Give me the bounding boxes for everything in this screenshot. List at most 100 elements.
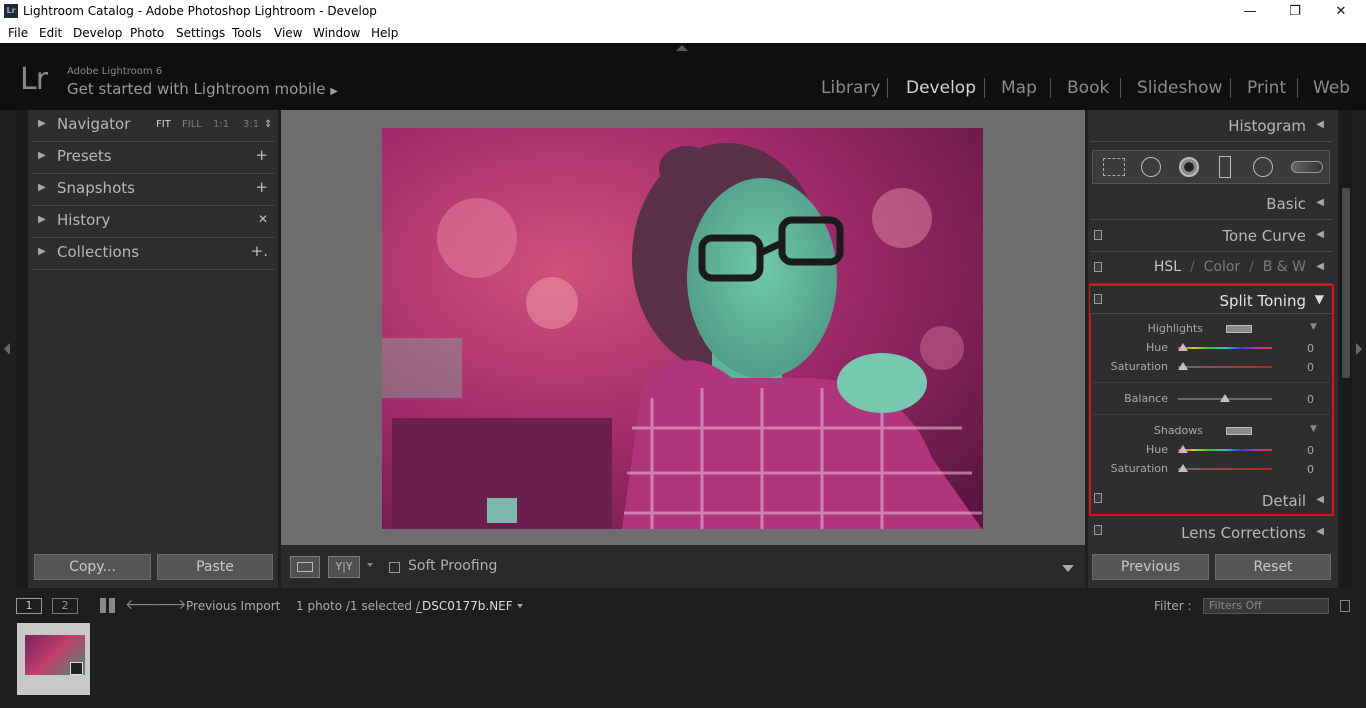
copy-button[interactable]: Copy... bbox=[34, 554, 151, 580]
filter-lock-icon[interactable] bbox=[1340, 600, 1350, 612]
slider-thumb[interactable] bbox=[1220, 394, 1230, 402]
history-header[interactable]: ▶ History ✕ bbox=[32, 206, 274, 238]
module-book[interactable]: Book bbox=[1067, 78, 1109, 98]
highlights-hue-slider[interactable] bbox=[1178, 347, 1272, 349]
paste-button[interactable]: Paste bbox=[157, 554, 273, 580]
menu-window[interactable]: Window bbox=[313, 26, 360, 40]
histogram-header[interactable]: Histogram ◀ bbox=[1090, 110, 1332, 142]
collapse-right-icon[interactable] bbox=[1356, 343, 1362, 355]
filter-select[interactable]: Filters Off bbox=[1203, 598, 1329, 614]
shadows-color-swatch[interactable] bbox=[1226, 427, 1252, 435]
left-scrollbar[interactable] bbox=[16, 110, 28, 588]
shadows-hue-slider[interactable] bbox=[1178, 449, 1272, 451]
navigator-header[interactable]: ▶ Navigator FIT FILL 1:1 3:1 ⇕ bbox=[32, 110, 274, 142]
highlights-hue-value[interactable]: 0 bbox=[1294, 342, 1314, 355]
presets-header[interactable]: ▶ Presets + bbox=[32, 142, 274, 174]
add-snapshot-icon[interactable]: + bbox=[255, 178, 268, 196]
adjustment-brush-icon[interactable] bbox=[1291, 161, 1323, 173]
toolbar-menu-icon[interactable] bbox=[1062, 565, 1074, 572]
filename[interactable]: _DSC0177b.NEF bbox=[416, 599, 513, 613]
shadows-saturation-value[interactable]: 0 bbox=[1294, 463, 1314, 476]
module-develop[interactable]: Develop bbox=[906, 78, 976, 98]
radial-filter-icon[interactable] bbox=[1253, 157, 1273, 177]
shadows-hue-value[interactable]: 0 bbox=[1294, 444, 1314, 457]
spot-removal-icon[interactable] bbox=[1141, 157, 1161, 177]
crop-tool-icon[interactable] bbox=[1103, 158, 1125, 176]
add-collection-icon[interactable]: +. bbox=[251, 242, 268, 260]
slider-thumb[interactable] bbox=[1178, 464, 1188, 472]
zoom-3-1[interactable]: 3:1 bbox=[243, 119, 259, 130]
highlights-picker-icon[interactable]: ▼ bbox=[1310, 322, 1317, 332]
slider-thumb[interactable] bbox=[1178, 445, 1188, 453]
shadows-saturation-slider[interactable] bbox=[1178, 468, 1272, 470]
balance-value[interactable]: 0 bbox=[1294, 393, 1314, 406]
source-label[interactable]: Previous Import bbox=[186, 599, 280, 613]
highlights-color-swatch[interactable] bbox=[1226, 325, 1252, 333]
screen-2-button[interactable]: 2 bbox=[52, 598, 78, 614]
module-slideshow[interactable]: Slideshow bbox=[1137, 78, 1222, 98]
clear-history-icon[interactable]: ✕ bbox=[258, 212, 268, 226]
previous-button[interactable]: Previous bbox=[1092, 554, 1209, 580]
graduated-filter-icon[interactable] bbox=[1219, 156, 1231, 178]
forward-arrow-icon[interactable]: 🡒 bbox=[149, 596, 187, 613]
hsl-header[interactable]: HSL / Color / B & W ◀ bbox=[1090, 252, 1332, 284]
menu-view[interactable]: View bbox=[274, 26, 302, 40]
basic-header[interactable]: Basic ◀ bbox=[1090, 188, 1332, 220]
menu-tools[interactable]: Tools bbox=[232, 26, 262, 40]
grid-view-icon[interactable] bbox=[100, 598, 115, 613]
add-preset-icon[interactable]: + bbox=[255, 146, 268, 164]
soft-proofing-checkbox[interactable] bbox=[389, 562, 400, 573]
menu-file[interactable]: File bbox=[8, 26, 28, 40]
collections-header[interactable]: ▶ Collections +. bbox=[32, 238, 274, 270]
before-after-button[interactable]: Y|Y bbox=[328, 556, 360, 578]
highlights-saturation-value[interactable]: 0 bbox=[1294, 361, 1314, 374]
highlights-saturation-slider[interactable] bbox=[1178, 366, 1272, 368]
shadows-picker-icon[interactable]: ▼ bbox=[1310, 424, 1317, 434]
restore-button[interactable]: ❐ bbox=[1272, 2, 1318, 22]
menu-settings[interactable]: Settings bbox=[176, 26, 225, 40]
reset-button[interactable]: Reset bbox=[1215, 554, 1331, 580]
slider-thumb[interactable] bbox=[1178, 343, 1188, 351]
zoom-fill[interactable]: FILL bbox=[182, 119, 202, 130]
panel-switch-icon[interactable] bbox=[1094, 294, 1102, 304]
detail-header[interactable]: Detail ◀ bbox=[1090, 486, 1332, 514]
menu-help[interactable]: Help bbox=[371, 26, 398, 40]
right-scrollbar[interactable] bbox=[1340, 110, 1352, 588]
bw-tab[interactable]: B & W bbox=[1263, 259, 1306, 275]
thumbnail-cell[interactable] bbox=[17, 623, 90, 695]
menu-photo[interactable]: Photo bbox=[130, 26, 164, 40]
module-web[interactable]: Web bbox=[1313, 78, 1350, 98]
color-tab[interactable]: Color bbox=[1204, 259, 1241, 275]
menu-edit[interactable]: Edit bbox=[39, 26, 62, 40]
module-print[interactable]: Print bbox=[1247, 78, 1286, 98]
filmstrip-bar: 1 2 🡐 🡒 Previous Import 1 photo /1 selec… bbox=[0, 595, 1366, 617]
menu-develop[interactable]: Develop bbox=[73, 26, 122, 40]
close-button[interactable]: ✕ bbox=[1318, 2, 1364, 22]
zoom-1-1[interactable]: 1:1 bbox=[213, 119, 229, 130]
slider-thumb[interactable] bbox=[1178, 362, 1188, 370]
filename-dropdown-icon[interactable] bbox=[517, 604, 523, 608]
zoom-dropdown-icon[interactable]: ⇕ bbox=[264, 119, 272, 130]
collapse-top-icon[interactable] bbox=[676, 45, 688, 51]
mobile-link[interactable]: Get started with Lightroom mobile ▶ bbox=[67, 80, 338, 98]
module-map[interactable]: Map bbox=[1001, 78, 1037, 98]
lens-corrections-header[interactable]: Lens Corrections ◀ bbox=[1090, 518, 1332, 546]
mobile-link-text[interactable]: Get started with Lightroom mobile bbox=[67, 80, 325, 98]
snapshots-header[interactable]: ▶ Snapshots + bbox=[32, 174, 274, 206]
tone-curve-header[interactable]: Tone Curve ◀ bbox=[1090, 220, 1332, 252]
hsl-tab[interactable]: HSL bbox=[1154, 259, 1181, 275]
panel-switch-icon[interactable] bbox=[1094, 230, 1102, 240]
panel-switch-icon[interactable] bbox=[1094, 525, 1102, 535]
panel-switch-icon[interactable] bbox=[1094, 262, 1102, 272]
panel-switch-icon[interactable] bbox=[1094, 493, 1102, 503]
loupe-view-button[interactable] bbox=[290, 556, 320, 578]
minimize-button[interactable]: — bbox=[1227, 2, 1273, 22]
collapse-left-icon[interactable] bbox=[4, 343, 10, 355]
split-toning-header[interactable]: Split Toning ▼ bbox=[1090, 286, 1332, 314]
red-eye-icon[interactable] bbox=[1179, 157, 1199, 177]
screen-1-button[interactable]: 1 bbox=[16, 598, 42, 614]
zoom-fit[interactable]: FIT bbox=[156, 119, 171, 130]
module-library[interactable]: Library bbox=[821, 78, 880, 98]
compare-dropdown-icon[interactable] bbox=[367, 563, 373, 567]
expand-icon: ▶ bbox=[38, 150, 46, 161]
